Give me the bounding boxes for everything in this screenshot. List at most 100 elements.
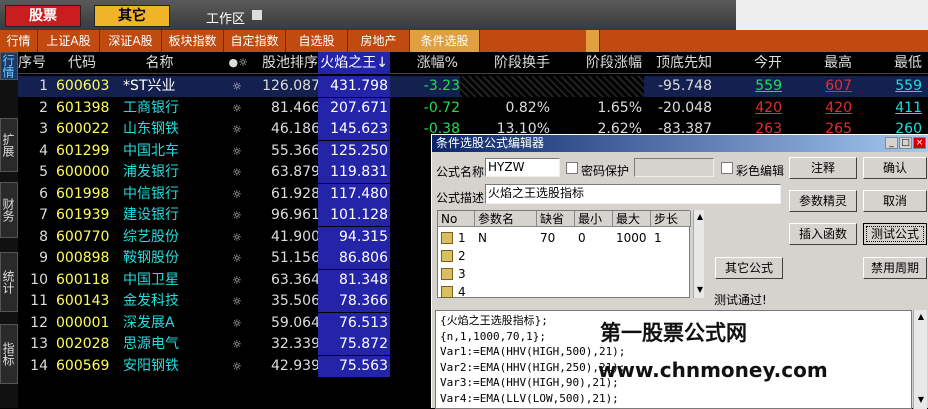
param-cell[interactable]: 0	[575, 229, 613, 247]
tab-0[interactable]: 行情	[0, 30, 38, 52]
dropdown-icon[interactable]	[252, 10, 262, 20]
header-10[interactable]: 最高	[784, 52, 854, 74]
stock-code[interactable]: 000898	[56, 248, 120, 269]
param-cell[interactable]	[537, 283, 575, 301]
stock-name[interactable]: 中信银行	[123, 184, 223, 205]
minimize-icon[interactable]: _	[885, 137, 898, 149]
stock-name[interactable]: 浦发银行	[123, 162, 223, 183]
stock-code[interactable]: 002028	[56, 334, 120, 355]
tab-5[interactable]: 自选股	[286, 30, 348, 52]
param-cell[interactable]	[651, 265, 691, 283]
stock-code[interactable]: 600000	[56, 162, 120, 183]
desc-input[interactable]: 火焰之王选股指标	[485, 184, 781, 204]
param-cell[interactable]: 1000	[613, 229, 651, 247]
tab-6[interactable]: 房地产	[348, 30, 410, 52]
header-2[interactable]: 名称	[118, 52, 203, 74]
header-1[interactable]: 代码	[48, 52, 118, 74]
password-input[interactable]	[634, 158, 714, 177]
stock-code[interactable]: 601939	[56, 205, 120, 226]
stock-name[interactable]: 工商银行	[123, 98, 223, 119]
stock-code[interactable]: 601998	[56, 184, 120, 205]
workspace-label[interactable]: 工作区	[206, 8, 245, 27]
param-cell[interactable]: N	[475, 229, 537, 247]
cancel-button[interactable]: 取消	[863, 190, 927, 212]
stock-name[interactable]: 中国北车	[123, 141, 223, 162]
stock-code[interactable]: 000001	[56, 313, 120, 334]
side-tab-1[interactable]: 扩展	[0, 118, 18, 172]
stock-code[interactable]: 601299	[56, 141, 120, 162]
tab-7[interactable]: 条件选股	[410, 30, 480, 52]
other-button[interactable]: 其它	[94, 5, 170, 27]
param-cell[interactable]	[475, 283, 537, 301]
stock-code[interactable]: 600569	[56, 356, 120, 377]
close-icon[interactable]: ×	[913, 137, 926, 149]
param-cell[interactable]	[613, 265, 651, 283]
password-checkbox[interactable]	[566, 162, 578, 174]
param-cell[interactable]	[575, 247, 613, 265]
stock-name[interactable]: 综艺股份	[123, 227, 223, 248]
header-6[interactable]: 阶段换手	[460, 52, 552, 74]
disable-period-button[interactable]: 禁用周期	[863, 257, 927, 279]
header-4[interactable]: 火焰之王↓	[318, 52, 390, 74]
stock-name[interactable]: 鞍钢股份	[123, 248, 223, 269]
param-cell[interactable]	[651, 283, 691, 301]
stock-code[interactable]: 601398	[56, 98, 120, 119]
stock-code[interactable]: 600118	[56, 270, 120, 291]
note-button[interactable]: 注释	[789, 157, 857, 179]
header-5[interactable]: 涨幅%	[390, 52, 460, 74]
param-cell[interactable]	[613, 247, 651, 265]
stock-name[interactable]: 安阳钢铁	[123, 356, 223, 377]
tab-2[interactable]: 深证A股	[100, 30, 162, 52]
param-scrollbar[interactable]: ▲ ▼	[693, 210, 704, 298]
stock-name[interactable]: 思源电气	[123, 334, 223, 355]
code-scrollbar[interactable]: ▲ ▼	[913, 310, 927, 409]
header-0[interactable]: 序号	[18, 52, 48, 74]
param-wizard-button[interactable]: 参数精灵	[789, 190, 857, 212]
formula-name-input[interactable]: HYZW	[485, 158, 560, 177]
side-tab-0[interactable]: 行情	[0, 52, 18, 80]
header-11[interactable]: 最低	[854, 52, 924, 74]
scroll-down-icon[interactable]: ▼	[696, 286, 704, 294]
stock-code[interactable]: 600143	[56, 291, 120, 312]
stock-name[interactable]: *ST兴业	[123, 76, 223, 97]
other-formula-button[interactable]: 其它公式	[715, 257, 783, 279]
param-cell[interactable]	[613, 283, 651, 301]
test-formula-button[interactable]: 测试公式	[863, 223, 927, 245]
stock-name[interactable]: 金发科技	[123, 291, 223, 312]
stock-name[interactable]: 深发展A	[123, 313, 223, 334]
header-3[interactable]: 股池排序	[250, 52, 320, 74]
maximize-icon[interactable]: □	[899, 137, 912, 149]
table-row[interactable]: 1 600603 *ST兴业 ☼ 126.087 431.798 -3.23 -95.748 5…	[18, 76, 928, 97]
stock-name[interactable]: 山东钢铁	[123, 119, 223, 140]
ok-button[interactable]: 确认	[863, 157, 927, 179]
stock-button[interactable]: 股票	[5, 5, 81, 27]
side-tab-3[interactable]: 统计	[0, 252, 18, 312]
tab-1[interactable]: 上证A股	[38, 30, 100, 52]
stock-name[interactable]: 建设银行	[123, 205, 223, 226]
stock-code[interactable]: 600603	[56, 76, 120, 97]
param-cell[interactable]	[537, 247, 575, 265]
stock-name[interactable]: 中国卫星	[123, 270, 223, 291]
header-8[interactable]: 顶底先知	[644, 52, 714, 74]
color-edit-checkbox[interactable]	[721, 162, 733, 174]
param-cell[interactable]	[475, 247, 537, 265]
tab-3[interactable]: 板块指数	[162, 30, 224, 52]
tab-more[interactable]	[586, 30, 600, 52]
stock-code[interactable]: 600770	[56, 227, 120, 248]
param-cell[interactable]	[575, 265, 613, 283]
insert-function-button[interactable]: 插入函数	[789, 223, 857, 245]
param-cell[interactable]	[537, 265, 575, 283]
param-cell[interactable]	[651, 247, 691, 265]
param-cell[interactable]	[575, 283, 613, 301]
tab-4[interactable]: 自定指数	[224, 30, 286, 52]
stock-code[interactable]: 600022	[56, 119, 120, 140]
header-9[interactable]: 今开	[714, 52, 784, 74]
side-tab-4[interactable]: 指标	[0, 324, 18, 384]
param-cell[interactable]	[475, 265, 537, 283]
table-row[interactable]: 2 601398 工商银行 ☼ 81.466 207.671 -0.72 0.82% 1.65%…	[18, 97, 928, 119]
scroll-up-icon[interactable]: ▲	[917, 313, 925, 321]
param-cell[interactable]: 70	[537, 229, 575, 247]
side-tab-2[interactable]: 财务	[0, 182, 18, 238]
param-cell[interactable]: 1	[651, 229, 691, 247]
header-7[interactable]: 阶段涨幅	[552, 52, 644, 74]
